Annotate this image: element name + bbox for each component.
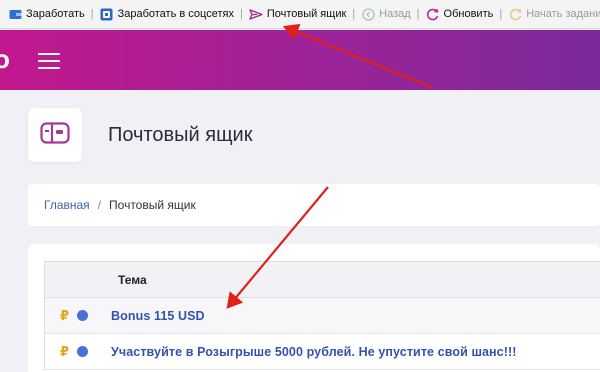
restart-task-button[interactable]: Начать задание заново xyxy=(506,4,600,24)
breadcrumb-home-link[interactable]: Главная xyxy=(44,198,90,212)
earn-social-button[interactable]: Заработать в соцсетях xyxy=(98,4,236,24)
brand-logo-fragment[interactable]: o xyxy=(0,44,10,75)
toolbar-separator: | xyxy=(352,8,356,20)
back-label: Назад xyxy=(379,8,411,20)
table-row[interactable]: ₽ Bonus 115 USD xyxy=(45,298,600,334)
mailbox-label: Почтовый ящик xyxy=(266,8,347,20)
back-arrow-icon xyxy=(361,7,375,21)
ruble-icon: ₽ xyxy=(60,343,70,359)
mailbox-icon xyxy=(40,121,70,149)
hamburger-line xyxy=(38,67,60,69)
message-subject-link[interactable]: Bonus 115 USD xyxy=(111,309,205,323)
breadcrumb: Главная / Почтовый ящик xyxy=(28,184,600,226)
unread-status-dot xyxy=(77,346,88,357)
earn-button[interactable]: Заработать xyxy=(6,4,87,24)
restart-task-label: Начать задание заново xyxy=(526,8,600,20)
messages-card: Тема ₽ Bonus 115 USD ₽ Участвуйте в Розы… xyxy=(28,244,600,372)
back-button[interactable]: Назад xyxy=(359,4,413,24)
browser-toolbar: Заработать | Заработать в соцсетях | Поч… xyxy=(0,0,600,29)
refresh-icon xyxy=(426,7,440,21)
menu-toggle-button[interactable] xyxy=(38,53,60,69)
mailbox-button[interactable]: Почтовый ящик xyxy=(247,4,348,24)
hamburger-line xyxy=(38,53,60,55)
messages-table: Тема ₽ Bonus 115 USD ₽ Участвуйте в Розы… xyxy=(44,261,600,370)
refresh-label: Обновить xyxy=(443,8,494,20)
page-title-icon-box xyxy=(28,108,82,162)
toolbar-separator: | xyxy=(239,8,243,20)
toolbar-separator: | xyxy=(90,8,94,20)
unread-status-dot xyxy=(77,310,88,321)
toolbar-separator: | xyxy=(499,8,503,20)
page-title: Почтовый ящик xyxy=(108,124,253,146)
ruble-icon: ₽ xyxy=(60,307,70,323)
breadcrumb-separator: / xyxy=(97,198,102,212)
hamburger-line xyxy=(38,60,60,62)
toolbar-separator: | xyxy=(416,8,420,20)
message-subject-link[interactable]: Участвуйте в Розыгрыше 5000 рублей. Не у… xyxy=(111,345,517,359)
refresh-button[interactable]: Обновить xyxy=(424,4,496,24)
column-header-subject[interactable]: Тема xyxy=(118,273,147,287)
earn-social-label: Заработать в соцсетях xyxy=(117,8,234,20)
mailbox-send-icon xyxy=(249,7,263,21)
earn-label: Заработать xyxy=(26,8,85,20)
restart-icon xyxy=(508,7,522,21)
table-header: Тема xyxy=(45,262,600,298)
wallet-icon xyxy=(8,7,22,21)
table-row[interactable]: ₽ Участвуйте в Розыгрыше 5000 рублей. Не… xyxy=(45,334,600,370)
breadcrumb-current: Почтовый ящик xyxy=(109,198,196,212)
social-share-icon xyxy=(100,7,114,21)
site-header: o xyxy=(0,30,600,90)
